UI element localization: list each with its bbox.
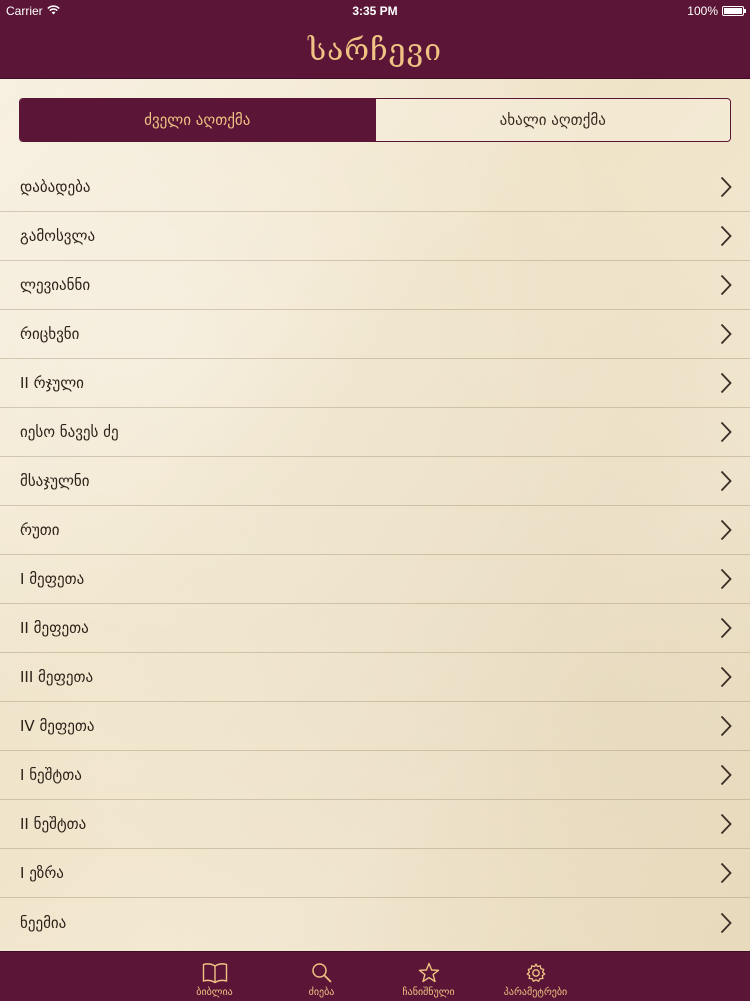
testament-segmented-control: ძველი აღთქმა ახალი აღთქმა [19, 98, 731, 142]
chevron-right-icon [720, 764, 732, 786]
tab-search[interactable]: ძიება [268, 952, 375, 1001]
navigation-bar: სარჩევი [0, 22, 750, 79]
list-item[interactable]: I მეფეთა [0, 555, 750, 604]
tab-label: პარამეტრები [503, 987, 568, 998]
list-item[interactable]: III მეფეთა [0, 653, 750, 702]
content-area: ძველი აღთქმა ახალი აღთქმა დაბადება გამოს… [0, 79, 750, 951]
chevron-right-icon [720, 813, 732, 835]
list-item[interactable]: იესო ნავეს ძე [0, 408, 750, 457]
segment-label: ძველი აღთქმა [144, 111, 251, 129]
list-item[interactable]: რიცხვნი [0, 310, 750, 359]
book-list: დაბადება გამოსვლა ლევიანნი რიცხვნი II რჯ… [0, 163, 750, 947]
chevron-right-icon [720, 470, 732, 492]
tab-label: ბიბლია [196, 987, 233, 998]
list-item[interactable]: რუთი [0, 506, 750, 555]
tab-bible[interactable]: ბიბლია [161, 952, 268, 1001]
list-item[interactable]: გამოსვლა [0, 212, 750, 261]
book-label: II რჯული [20, 374, 84, 392]
list-item[interactable]: II მეფეთა [0, 604, 750, 653]
book-label: რუთი [20, 521, 60, 539]
segment-new-testament[interactable]: ახალი აღთქმა [374, 99, 730, 141]
book-label: I ნეშტთა [20, 766, 82, 784]
book-label: III მეფეთა [20, 668, 94, 686]
book-label: გამოსვლა [20, 227, 96, 245]
chevron-right-icon [720, 568, 732, 590]
book-label: იესო ნავეს ძე [20, 423, 119, 441]
tab-bar: ბიბლია ძიება ჩანიშნული პარამეტრები [0, 951, 750, 1001]
book-icon [202, 962, 228, 987]
battery-icon [722, 6, 746, 16]
chevron-right-icon [720, 912, 732, 934]
list-item[interactable]: I ეზრა [0, 849, 750, 898]
book-label: I ეზრა [20, 864, 64, 882]
book-label: რიცხვნი [20, 325, 80, 343]
chevron-right-icon [720, 274, 732, 296]
book-label: I მეფეთა [20, 570, 85, 588]
list-item[interactable]: ნეემია [0, 898, 750, 947]
chevron-right-icon [720, 862, 732, 884]
chevron-right-icon [720, 421, 732, 443]
list-item[interactable]: II რჯული [0, 359, 750, 408]
list-item[interactable]: IV მეფეთა [0, 702, 750, 751]
chevron-right-icon [720, 519, 732, 541]
book-label: II მეფეთა [20, 619, 89, 637]
status-bar: Carrier 3:35 PM 100% [0, 0, 750, 22]
star-icon [417, 962, 441, 987]
tab-label: ჩანიშნული [402, 987, 455, 998]
chevron-right-icon [720, 323, 732, 345]
chevron-right-icon [720, 225, 732, 247]
chevron-right-icon [720, 372, 732, 394]
list-item[interactable]: ლევიანნი [0, 261, 750, 310]
battery-percent: 100% [687, 4, 718, 18]
book-label: II ნეშტთა [20, 815, 87, 833]
segment-label: ახალი აღთქმა [499, 111, 606, 129]
list-item[interactable]: I ნეშტთა [0, 751, 750, 800]
segment-old-testament[interactable]: ძველი აღთქმა [20, 99, 375, 141]
book-label: ლევიანნი [20, 276, 91, 294]
page-title: სარჩევი [307, 32, 443, 68]
book-label: ნეემია [20, 913, 67, 932]
chevron-right-icon [720, 666, 732, 688]
list-item[interactable]: დაბადება [0, 163, 750, 212]
list-item[interactable]: II ნეშტთა [0, 800, 750, 849]
tab-label: ძიება [308, 987, 335, 998]
chevron-right-icon [720, 176, 732, 198]
book-label: IV მეფეთა [20, 717, 95, 735]
book-label: მსაჯულნი [20, 472, 90, 490]
clock: 3:35 PM [352, 4, 398, 18]
tab-settings[interactable]: პარამეტრები [482, 952, 589, 1001]
search-icon [310, 962, 334, 987]
book-label: დაბადება [20, 178, 91, 196]
chevron-right-icon [720, 715, 732, 737]
list-item[interactable]: მსაჯულნი [0, 457, 750, 506]
chevron-right-icon [720, 617, 732, 639]
battery-indicator: 100% [687, 4, 746, 18]
gear-icon [524, 962, 548, 987]
tab-bookmarks[interactable]: ჩანიშნული [375, 952, 482, 1001]
